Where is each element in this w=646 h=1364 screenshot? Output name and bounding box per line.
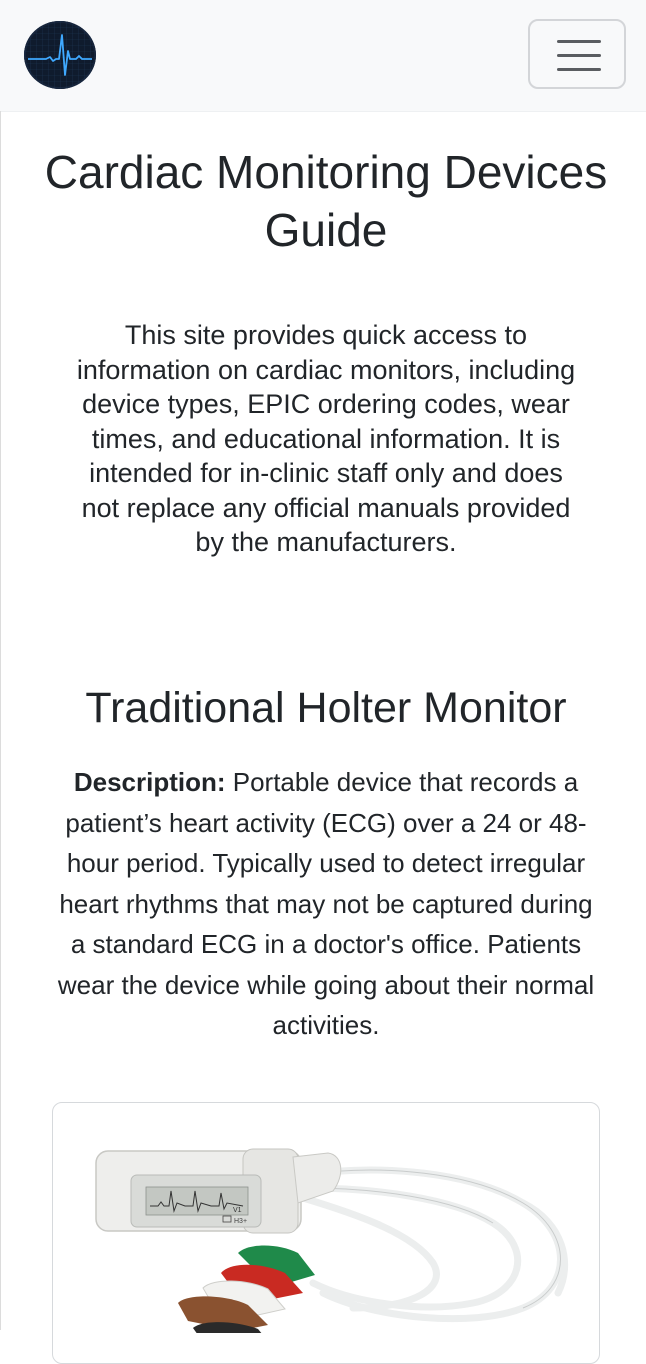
device-model-label: H3+ (234, 1218, 247, 1225)
navbar (0, 0, 646, 112)
heart-rate-logo-icon[interactable] (24, 21, 96, 89)
screen-lead-label: V1 (233, 1207, 242, 1214)
intro-paragraph: This site provides quick access to infor… (76, 320, 576, 557)
navbar-toggler-button[interactable] (528, 19, 626, 89)
description-label: Description: (73, 767, 226, 797)
page-title: Cardiac Monitoring Devices Guide (44, 146, 608, 256)
device-image-card: V1 H3+ (52, 1102, 600, 1364)
description-text: Portable device that records a patient’s… (57, 767, 595, 1040)
hamburger-menu-icon (557, 40, 601, 43)
page-left-border (0, 111, 1, 1330)
device-title: Traditional Holter Monitor (85, 684, 567, 732)
ecg-line-graphic (24, 21, 96, 89)
holter-monitor-image: V1 H3+ (95, 1148, 569, 1335)
device-description: Description: Portable device that record… (52, 762, 600, 1046)
